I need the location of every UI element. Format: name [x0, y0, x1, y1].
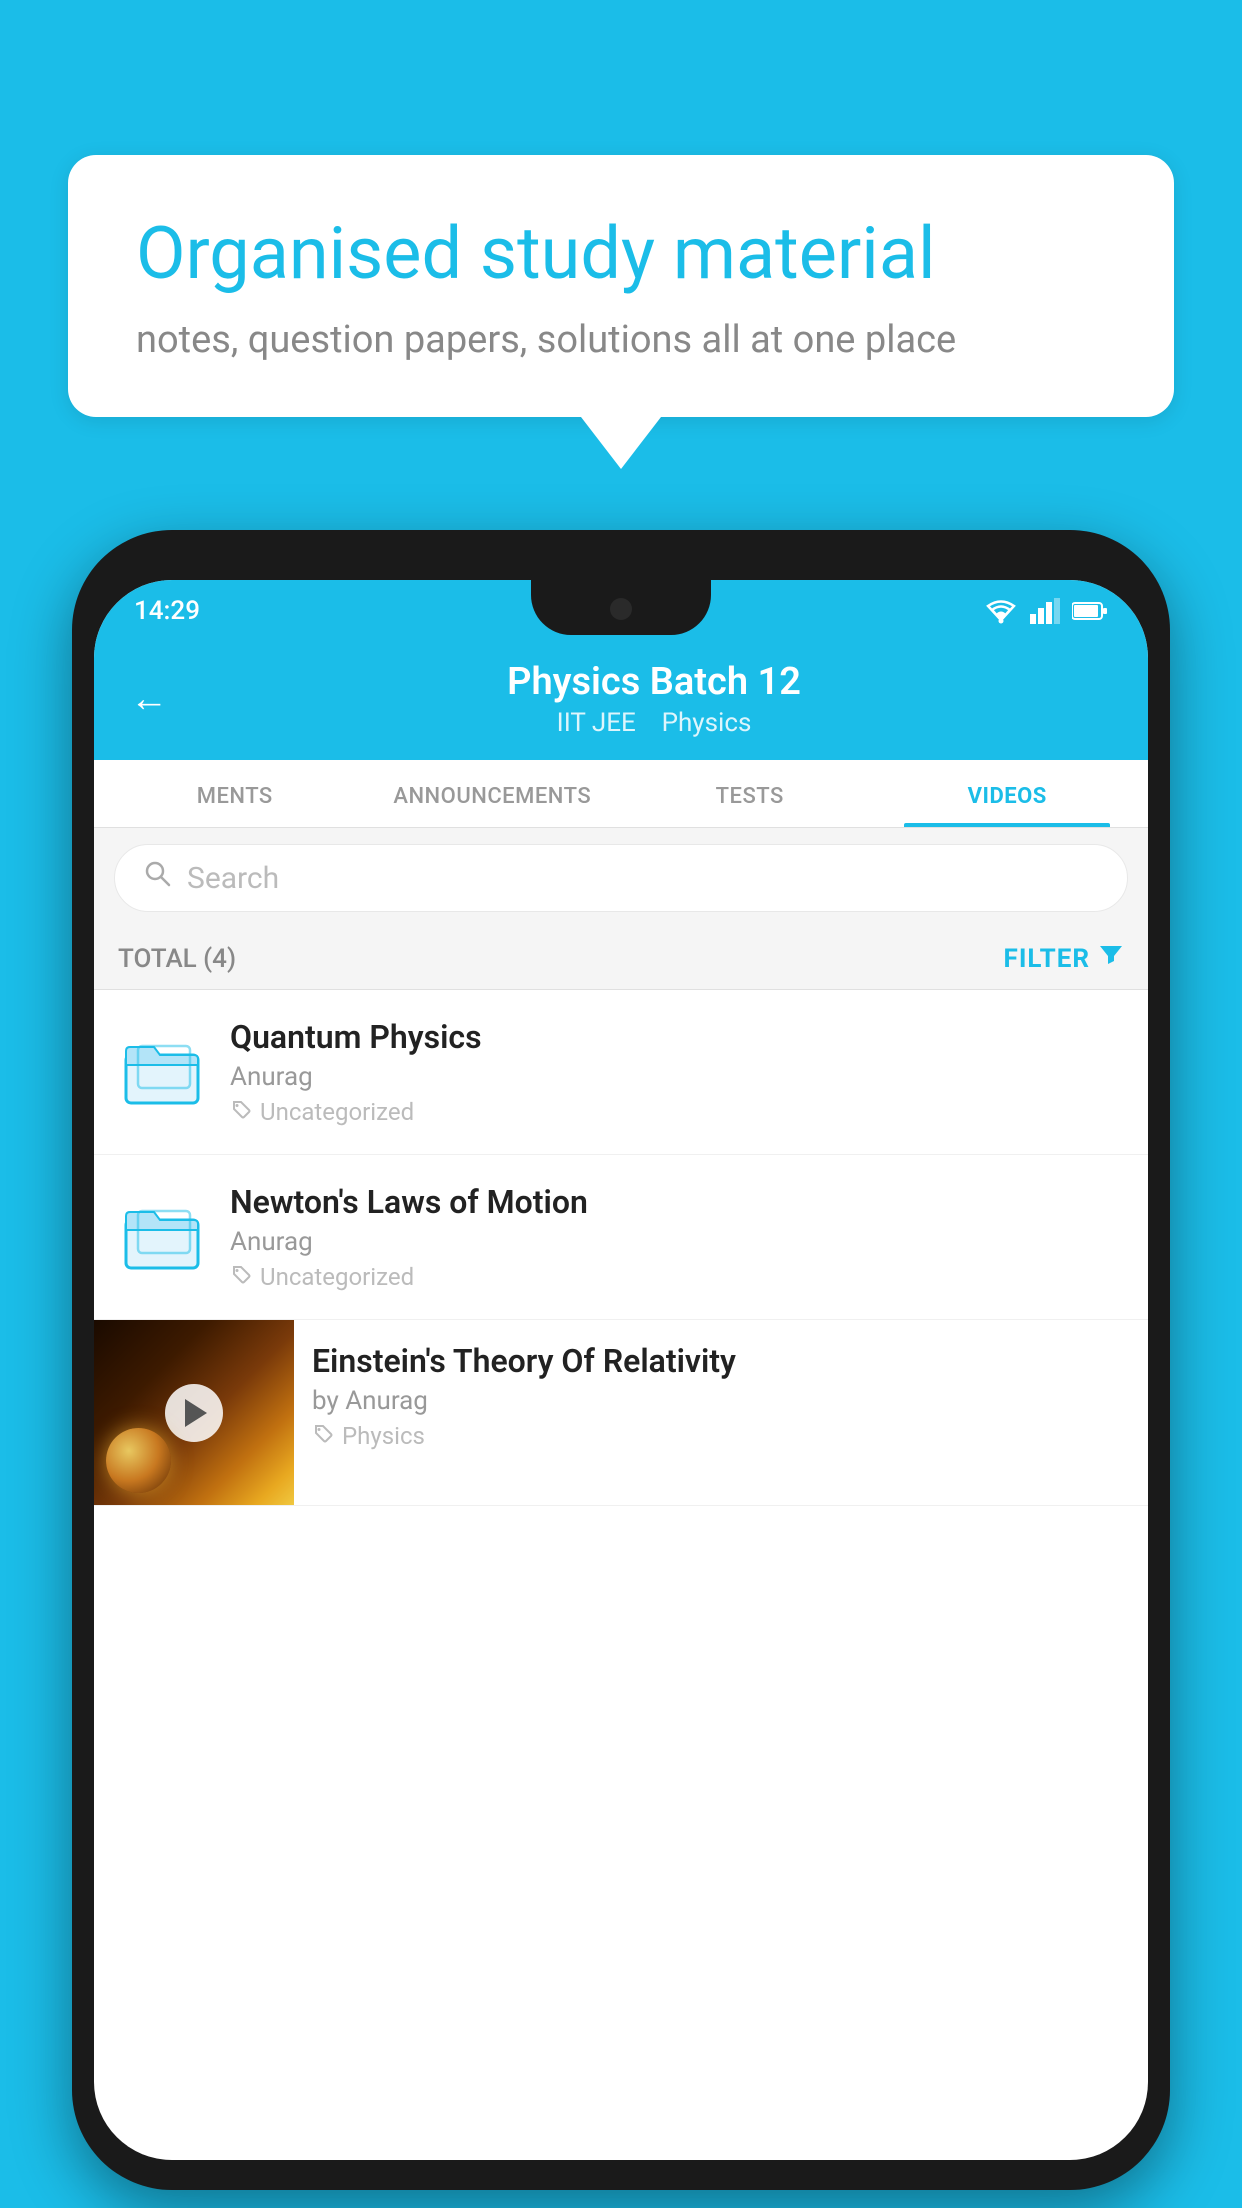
tag-icon-3: [312, 1422, 334, 1450]
phone-frame: 14:29: [72, 530, 1170, 2190]
header-subtitle: IIT JEE Physics: [196, 708, 1112, 738]
tag-icon-2: [230, 1263, 252, 1291]
search-bar[interactable]: Search: [114, 844, 1128, 912]
tab-tests[interactable]: TESTS: [621, 760, 879, 827]
tag-icon-1: [230, 1098, 252, 1126]
status-time: 14:29: [134, 596, 200, 626]
play-triangle-icon: [185, 1399, 207, 1427]
header-subtitle-iitjee: IIT JEE: [557, 708, 636, 738]
video-tag-2: Uncategorized: [230, 1263, 1124, 1291]
filter-funnel-icon: [1098, 942, 1124, 975]
video-info-1: Quantum Physics Anurag Uncategorized: [230, 1018, 1124, 1126]
search-container: Search: [94, 828, 1148, 928]
search-icon: [143, 859, 173, 897]
search-placeholder: Search: [187, 861, 279, 896]
wifi-icon: [984, 598, 1018, 624]
list-item[interactable]: Einstein's Theory Of Relativity by Anura…: [94, 1320, 1148, 1506]
camera-dot: [610, 598, 632, 620]
tab-ments[interactable]: MENTS: [106, 760, 364, 827]
video-thumbnail-3: [94, 1320, 294, 1505]
total-count: TOTAL (4): [118, 944, 236, 974]
video-author-3: by Anurag: [312, 1386, 1130, 1416]
speech-bubble: Organised study material notes, question…: [68, 155, 1174, 417]
folder-icon-1: [118, 1028, 206, 1116]
video-title-3: Einstein's Theory Of Relativity: [312, 1342, 1130, 1380]
video-author-2: Anurag: [230, 1227, 1124, 1257]
filter-button[interactable]: FILTER: [1004, 942, 1124, 975]
filter-label: FILTER: [1004, 944, 1090, 974]
folder-icon-2: [118, 1193, 206, 1281]
header-subtitle-physics: Physics: [662, 708, 752, 738]
speech-bubble-title: Organised study material: [136, 213, 1106, 296]
status-icons: [984, 598, 1108, 624]
video-title-1: Quantum Physics: [230, 1018, 1124, 1056]
video-list: Quantum Physics Anurag Uncategorized: [94, 990, 1148, 1506]
video-author-1: Anurag: [230, 1062, 1124, 1092]
tab-videos[interactable]: VIDEOS: [879, 760, 1137, 827]
video-tag-3: Physics: [312, 1422, 1130, 1450]
list-item[interactable]: Quantum Physics Anurag Uncategorized: [94, 990, 1148, 1155]
phone-notch: [531, 580, 711, 635]
signal-icon: [1030, 598, 1060, 624]
video-info-2: Newton's Laws of Motion Anurag Uncategor…: [230, 1183, 1124, 1291]
header-title-block: Physics Batch 12 IIT JEE Physics: [196, 660, 1112, 738]
phone-screen: 14:29: [94, 580, 1148, 2160]
planet-decoration: [106, 1428, 171, 1493]
list-item[interactable]: Newton's Laws of Motion Anurag Uncategor…: [94, 1155, 1148, 1320]
back-button[interactable]: ←: [130, 677, 168, 721]
app-header: ← Physics Batch 12 IIT JEE Physics: [94, 642, 1148, 760]
header-title: Physics Batch 12: [196, 660, 1112, 704]
tab-bar: MENTS ANNOUNCEMENTS TESTS VIDEOS: [94, 760, 1148, 828]
video-info-3: Einstein's Theory Of Relativity by Anura…: [294, 1320, 1148, 1472]
play-button[interactable]: [165, 1384, 223, 1442]
filter-row: TOTAL (4) FILTER: [94, 928, 1148, 990]
video-tag-1: Uncategorized: [230, 1098, 1124, 1126]
battery-icon: [1072, 601, 1108, 621]
video-title-2: Newton's Laws of Motion: [230, 1183, 1124, 1221]
speech-bubble-subtitle: notes, question papers, solutions all at…: [136, 318, 1106, 362]
tab-announcements[interactable]: ANNOUNCEMENTS: [364, 760, 622, 827]
